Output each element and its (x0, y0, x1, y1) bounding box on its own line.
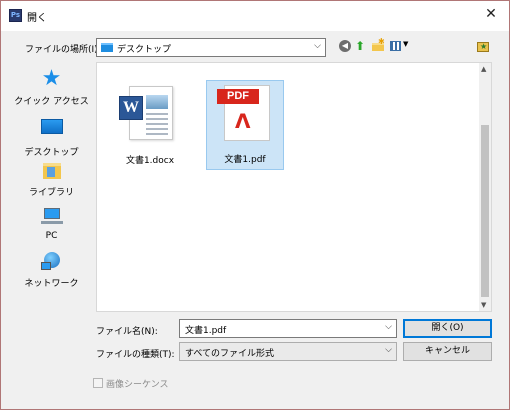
file-item-docx[interactable]: W 文書1.docx (111, 80, 189, 170)
scroll-down-icon[interactable]: ▼ (481, 301, 486, 309)
vertical-scrollbar[interactable]: ▲ ▼ (479, 63, 491, 311)
up-folder-icon[interactable]: ⬆ (355, 39, 369, 53)
sidebar-item-label: PC (45, 231, 58, 241)
star-icon: ★ (41, 66, 62, 91)
new-folder-button[interactable]: ✱ (372, 37, 386, 53)
sidebar-item-label: クイック アクセス (14, 97, 89, 107)
sidebar-item-desktop[interactable]: デスクトップ (14, 115, 89, 158)
desktop-shortcut-button[interactable]: ★ (477, 39, 491, 53)
sidebar-item-label: ネットワーク (24, 279, 79, 289)
desktop-folder-icon (101, 43, 113, 52)
file-list[interactable]: W 文書1.docx PDF ᐱ 文書1.pdf ▲ ▼ (96, 62, 492, 312)
view-grid-icon (390, 41, 401, 51)
star-icon: ★ (480, 42, 488, 51)
view-menu-button[interactable]: ▼ (390, 39, 410, 53)
scrollbar-thumb[interactable] (481, 125, 489, 297)
filetype-label: ファイルの種類(T): (96, 350, 175, 360)
cancel-button[interactable]: キャンセル (403, 342, 492, 361)
location-value: デスクトップ (117, 45, 172, 55)
desktop-icon (40, 119, 63, 141)
filetype-dropdown[interactable]: すべてのファイル形式 ⌵ (179, 342, 397, 361)
sidebar-item-label: ライブラリ (28, 188, 74, 198)
sparkle-icon: ✱ (378, 37, 385, 46)
library-icon (41, 159, 63, 181)
sidebar-item-pc[interactable]: PC (14, 205, 89, 241)
scroll-up-icon[interactable]: ▲ (481, 65, 486, 73)
pdf-icon: PDF (217, 89, 259, 104)
image-sequence-option: 画像シーケンス (93, 377, 169, 390)
back-arrow-icon: ◀ (339, 40, 351, 52)
filename-label: ファイル名(N): (96, 327, 158, 337)
pc-icon (40, 205, 63, 227)
filename-input[interactable]: 文書1.pdf ⌵ (179, 319, 397, 338)
word-icon: W (119, 96, 143, 120)
location-label: ファイルの場所(I): (25, 45, 101, 55)
network-icon (40, 250, 63, 272)
filetype-value: すべてのファイル形式 (185, 349, 275, 359)
image-sequence-label: 画像シーケンス (106, 380, 169, 390)
title-bar: Ps 開く ✕ (1, 1, 509, 31)
places-sidebar: ★ クイック アクセス デスクトップ ライブラリ PC ネットワーク (14, 62, 89, 312)
file-name: 文書1.docx (125, 156, 175, 166)
open-button[interactable]: 開く(O) (403, 319, 492, 338)
file-name: 文書1.pdf (224, 155, 266, 165)
filename-value[interactable]: 文書1.pdf (185, 323, 226, 336)
location-dropdown[interactable]: デスクトップ ⌵ (96, 38, 326, 57)
chevron-down-icon: ▼ (403, 40, 409, 48)
open-dialog: Ps 開く ✕ ファイルの場所(I): デスクトップ ⌵ ◀ ⬆ ✱ ▼ ★ ★… (0, 0, 510, 410)
back-button[interactable]: ◀ (339, 39, 353, 53)
chevron-down-icon[interactable]: ⌵ (385, 322, 392, 332)
sidebar-item-quick-access[interactable]: ★ クイック アクセス (14, 66, 89, 108)
acrobat-logo-icon: ᐱ (235, 109, 251, 133)
sidebar-item-network[interactable]: ネットワーク (14, 250, 89, 289)
chevron-down-icon[interactable]: ⌵ (385, 345, 392, 355)
window-title: 開く (27, 13, 47, 24)
image-sequence-checkbox[interactable] (93, 378, 103, 388)
sidebar-item-library[interactable]: ライブラリ (14, 159, 89, 198)
file-item-pdf[interactable]: PDF ᐱ 文書1.pdf (206, 80, 284, 170)
photoshop-app-icon: Ps (9, 9, 22, 22)
chevron-down-icon[interactable]: ⌵ (314, 41, 321, 51)
close-icon[interactable]: ✕ (483, 6, 499, 22)
sidebar-item-label: デスクトップ (24, 148, 79, 158)
